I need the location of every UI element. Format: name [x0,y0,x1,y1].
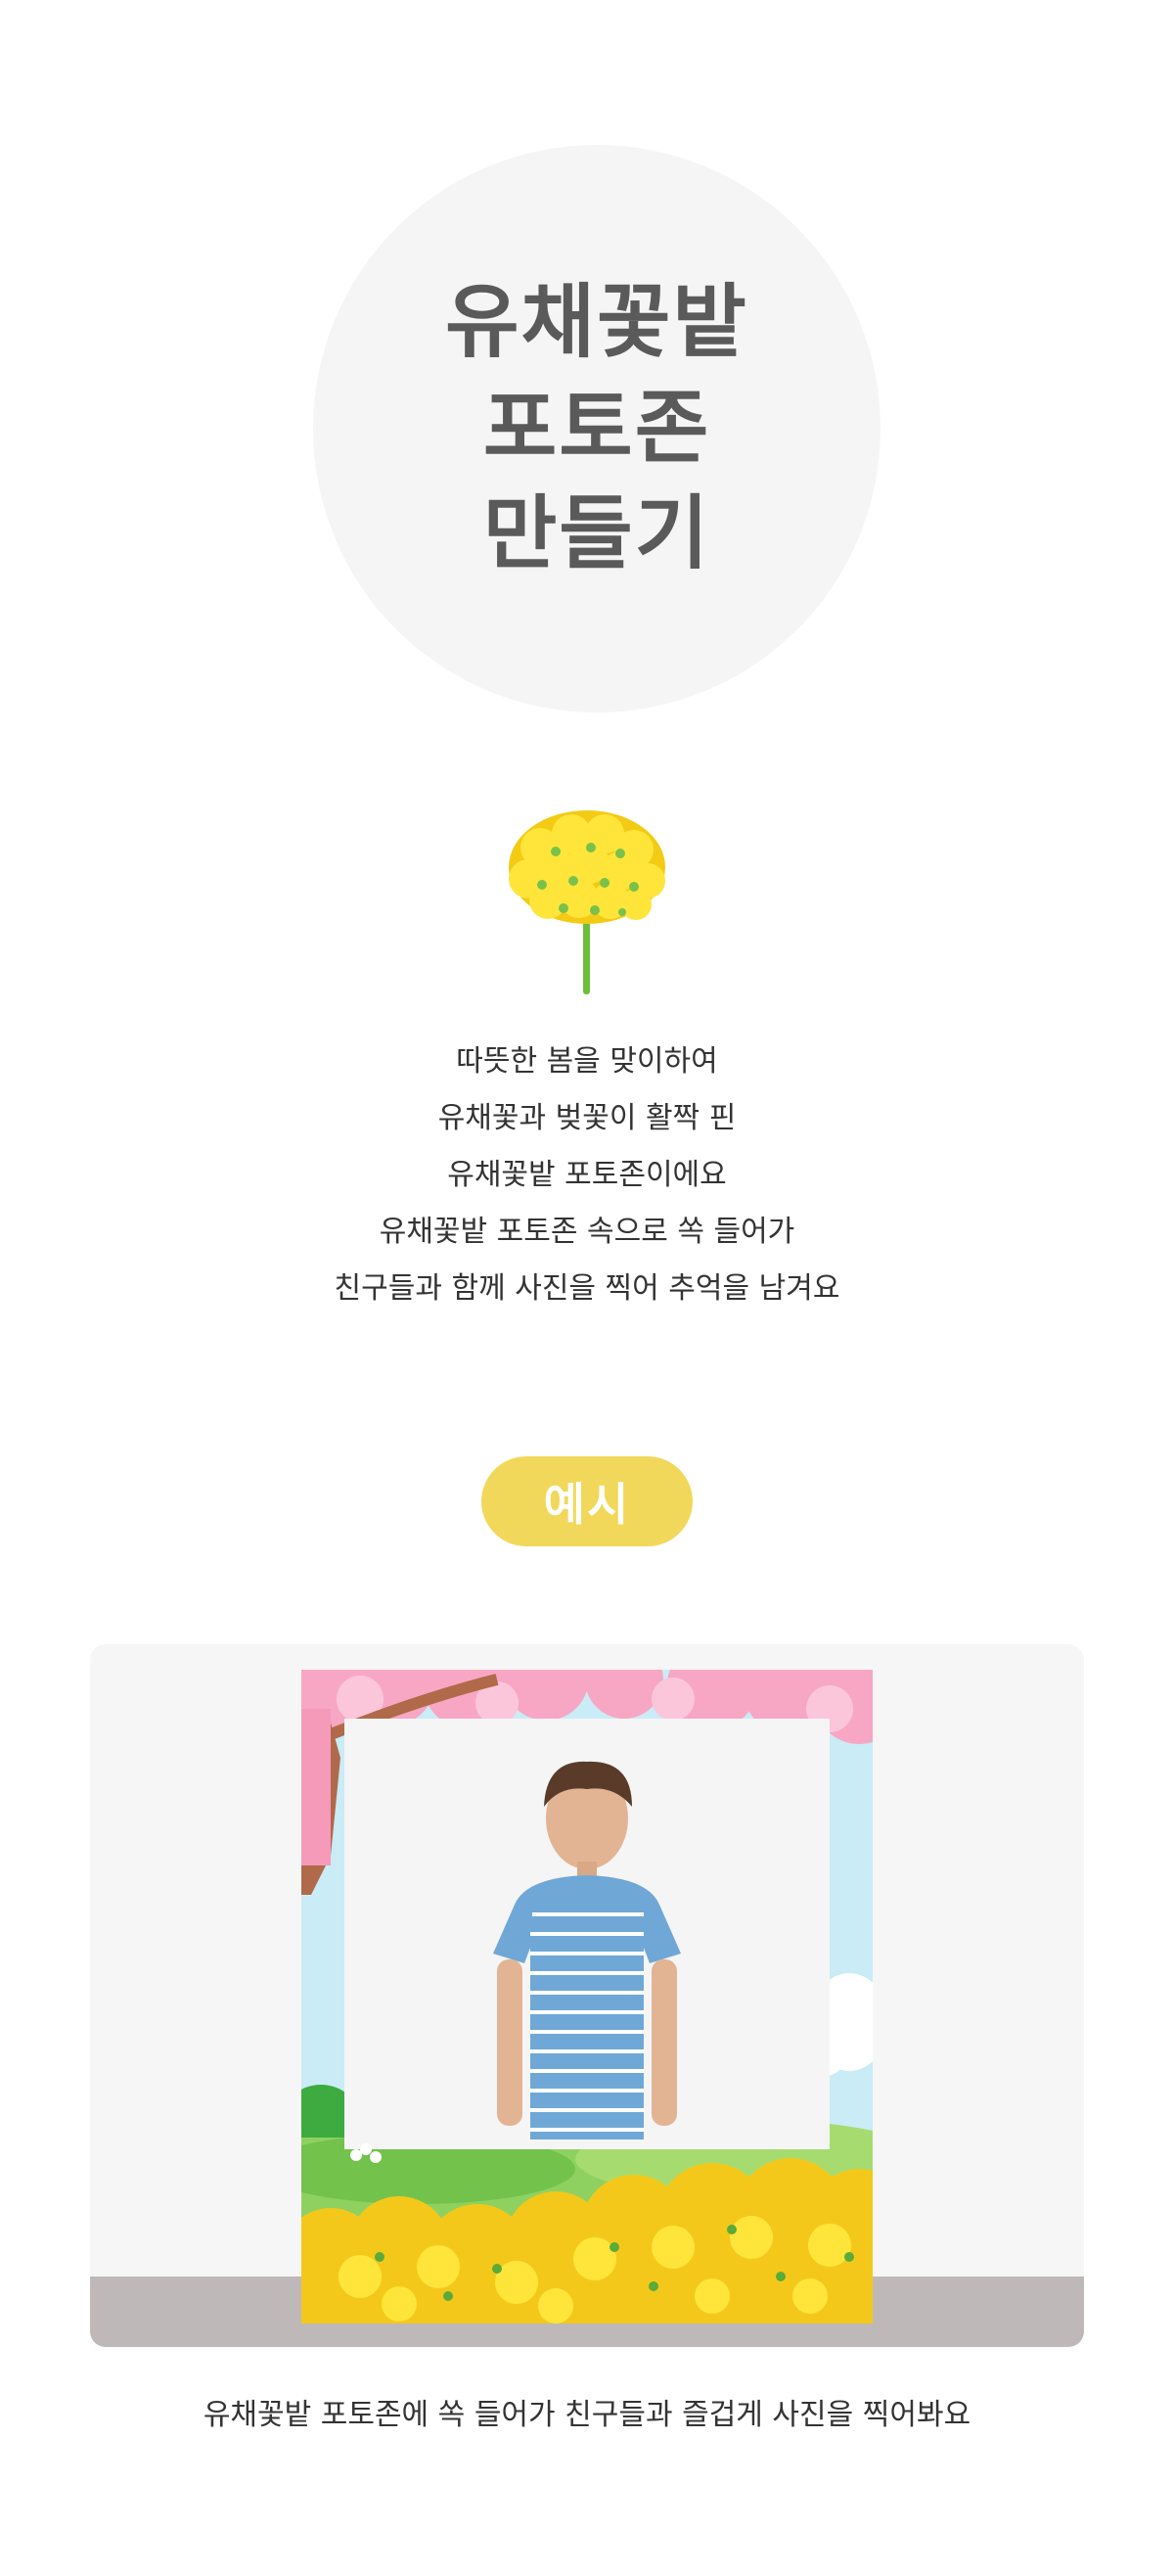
description-line: 유채꽃밭 포토존 속으로 쏙 들어가 [379,1215,795,1249]
photo-zone-frame-image [301,1670,873,2323]
description-line: 친구들과 함께 사진을 찍어 추억을 남겨요 [334,1271,840,1306]
description-line: 따뜻한 봄을 맞이하여 [456,1044,718,1079]
example-photo-panel [90,1644,1084,2347]
page-title-line-1: 유채꽃밭 [445,276,748,369]
example-badge: 예시 [481,1456,693,1546]
example-badge-label: 예시 [543,1478,631,1531]
title-circle: 유채꽃밭 포토존 만들기 [313,145,880,713]
page-title-line-2: 포토존 [482,382,711,475]
page-title-line-3: 만들기 [482,487,711,580]
description-line: 유채꽃과 벚꽃이 활짝 핀 [437,1101,737,1135]
description-line: 유채꽃밭 포토존이에요 [447,1158,727,1192]
description: 따뜻한 봄을 맞이하여 유채꽃과 벚꽃이 활짝 핀 유채꽃밭 포토존이에요 유채… [0,1034,1174,1317]
example-caption: 유채꽃밭 포토존에 쏙 들어가 친구들과 즐겁게 사진을 찍어봐요 [203,2398,971,2432]
rapeseed-flower-icon [509,810,665,994]
